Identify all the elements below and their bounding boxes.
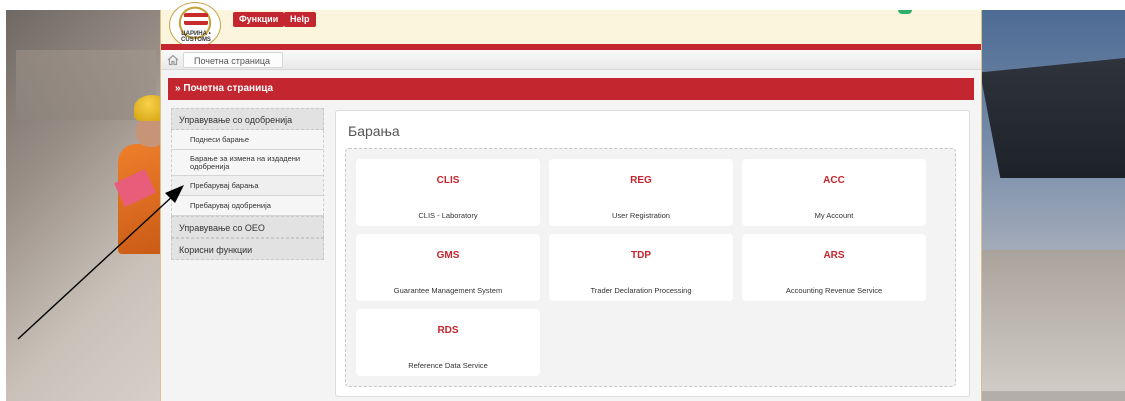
tiles-container: CLIS CLIS - Laboratory REG User Registra… [345,148,956,387]
sidebar-item-change-request[interactable]: Барање за измена на издадени одобренија [172,150,323,176]
status-indicator-icon [898,10,912,14]
tile-name: Reference Data Service [408,361,488,370]
tile-code: ACC [823,175,845,186]
tile-gms[interactable]: GMS Guarantee Management System [356,234,540,301]
sidebar-item-search-requests[interactable]: Пребарувај барања [172,176,323,196]
tile-reg[interactable]: REG User Registration [549,159,733,226]
tile-name: Trader Declaration Processing [590,286,692,295]
main-panel: ЦАРИНА • CUSTOMS Функции Help Почетна ст… [160,2,982,401]
tile-code: ARS [823,250,845,261]
tile-ars[interactable]: ARS Accounting Revenue Service [742,234,926,301]
sidebar-submenu-approvals: Поднеси барање Барање за измена на издад… [171,130,324,216]
sidebar-item-submit-request[interactable]: Поднеси барање [172,130,323,150]
tile-name: Accounting Revenue Service [785,286,883,295]
breadcrumb-item-home[interactable]: Почетна страница [183,52,284,68]
help-button[interactable]: Help [284,12,316,27]
sidebar: Управување со одобренија Поднеси барање … [171,108,324,260]
sidebar-group-approvals[interactable]: Управување со одобренија [171,108,324,130]
tile-code: RDS [437,325,459,336]
breadcrumb: Почетна страница [161,50,981,70]
page-title-bar: » Почетна страница [168,78,974,100]
content-area: Барања CLIS CLIS - Laboratory REG User R… [335,110,970,397]
logo-flag-icon [184,13,208,25]
sidebar-group-useful-functions[interactable]: Корисни функции [171,238,324,260]
tile-code: GMS [436,250,460,261]
ship-decoration [980,58,1125,178]
sidebar-item-search-approvals[interactable]: Пребарувај одобренија [172,196,323,216]
port-ground [976,250,1125,391]
tile-code: TDP [631,250,651,261]
logo-text: ЦАРИНА • CUSTOMS [181,31,211,43]
functions-button[interactable]: Функции [233,12,285,27]
sidebar-group-oeo[interactable]: Управување со OEO [171,216,324,238]
tile-acc[interactable]: ACC My Account [742,159,926,226]
tile-name: Guarantee Management System [393,286,503,295]
tile-name: User Registration [612,211,670,220]
tile-tdp[interactable]: TDP Trader Declaration Processing [549,234,733,301]
tile-name: CLIS - Laboratory [418,211,478,220]
home-icon[interactable] [167,54,179,66]
content-title: Барања [348,123,400,139]
tile-name: My Account [814,211,854,220]
tile-rds[interactable]: RDS Reference Data Service [356,309,540,376]
tile-code: CLIS [436,175,460,186]
customs-logo: ЦАРИНА • CUSTOMS [169,2,221,48]
tile-code: REG [630,175,652,186]
app-header: ЦАРИНА • CUSTOMS Функции Help [161,2,981,48]
tile-clis[interactable]: CLIS CLIS - Laboratory [356,159,540,226]
page-title: » Почетна страница [175,83,274,94]
